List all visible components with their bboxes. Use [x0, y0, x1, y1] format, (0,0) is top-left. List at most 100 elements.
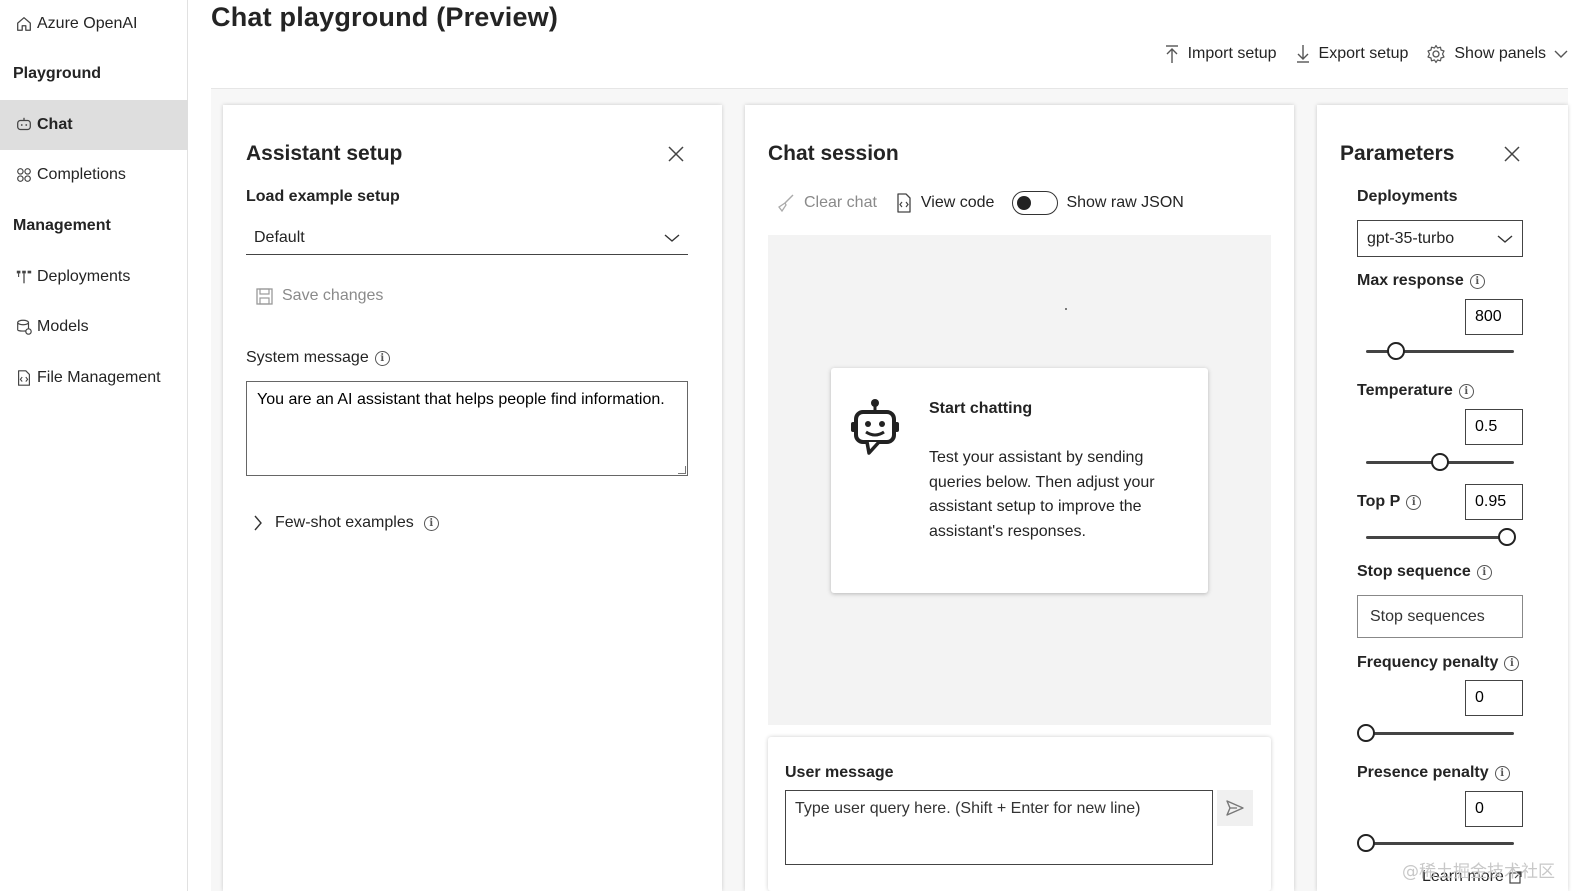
presence-penalty-slider[interactable] [1357, 833, 1514, 853]
chevron-down-icon [664, 233, 680, 243]
show-panels-label: Show panels [1454, 45, 1546, 62]
max-response-slider[interactable] [1366, 341, 1514, 361]
stop-sequence-label-text: Stop sequence [1357, 563, 1471, 580]
top-p-label-text: Top P [1357, 493, 1401, 510]
example-setup-value: Default [254, 228, 305, 246]
watermark: @稀土掘金技术社区 [1402, 862, 1555, 882]
slider-thumb[interactable] [1357, 834, 1375, 852]
temperature-label-text: Temperature [1357, 382, 1453, 399]
parameters-title: Parameters [1340, 142, 1455, 165]
home-icon [14, 14, 34, 34]
clear-chat-label: Clear chat [804, 194, 877, 211]
chat-session-title: Chat session [768, 142, 899, 165]
deployment-value: gpt-35-turbo [1367, 229, 1455, 247]
max-response-label: Max response i [1357, 272, 1485, 290]
top-p-input[interactable] [1465, 484, 1523, 520]
save-changes-label: Save changes [282, 287, 384, 304]
slider-track [1366, 732, 1514, 735]
sidebar-item-file-management[interactable]: File Management [0, 353, 188, 403]
system-message-textarea[interactable] [246, 381, 688, 476]
assistant-setup-panel: Assistant setup Load example setup Defau… [223, 105, 722, 891]
completions-icon [14, 165, 34, 185]
info-icon[interactable]: i [1504, 655, 1520, 671]
info-icon[interactable]: i [1406, 494, 1422, 510]
sidebar-item-completions[interactable]: Completions [0, 150, 188, 200]
chat-session-panel: Chat session Clear chat View code Show r… [745, 105, 1294, 891]
sidebar-item-label: Azure OpenAI [37, 15, 138, 32]
presence-penalty-input[interactable] [1465, 791, 1523, 827]
send-button[interactable] [1217, 790, 1253, 826]
example-setup-dropdown[interactable]: Default [246, 221, 688, 255]
max-response-label-text: Max response [1357, 272, 1464, 289]
frequency-penalty-input[interactable] [1465, 680, 1523, 716]
info-icon[interactable]: i [374, 350, 390, 366]
save-changes-button[interactable]: Save changes [256, 287, 383, 305]
top-p-slider[interactable] [1366, 527, 1516, 547]
import-setup-button[interactable]: Import setup [1164, 44, 1277, 64]
chat-icon [14, 115, 34, 135]
sidebar-item-deployments[interactable]: Deployments [0, 252, 188, 302]
info-icon[interactable]: i [1494, 765, 1510, 781]
stop-sequence-input[interactable] [1357, 595, 1523, 638]
chat-history-area: Start chatting Test your assistant by se… [768, 235, 1271, 725]
models-icon [14, 317, 34, 337]
deployments-icon [14, 267, 34, 287]
sidebar: Azure OpenAI Playground Chat Completions… [0, 0, 188, 891]
slider-thumb[interactable] [1497, 528, 1516, 546]
resize-grip-icon[interactable] [678, 466, 686, 474]
system-message-label-text: System message [246, 349, 369, 366]
code-file-icon [895, 193, 913, 213]
temperature-input[interactable] [1465, 409, 1523, 445]
sidebar-item-label: Completions [37, 166, 126, 183]
few-shot-label: Few-shot examples [275, 514, 414, 531]
header-toolbar: Import setup Export setup Show panels [1164, 44, 1568, 64]
sidebar-item-label: File Management [37, 369, 161, 386]
close-icon[interactable] [1503, 145, 1521, 168]
slider-track [1366, 536, 1514, 539]
few-shot-label-wrap: Few-shot examples i [275, 514, 439, 532]
start-chatting-description: Test your assistant by sending queries b… [929, 449, 1155, 540]
broom-icon [776, 193, 796, 213]
view-code-label: View code [920, 194, 995, 211]
show-raw-json-toggle[interactable] [1012, 191, 1059, 215]
export-setup-button[interactable]: Export setup [1295, 44, 1408, 64]
frequency-penalty-slider[interactable] [1357, 723, 1514, 743]
clear-chat-button[interactable]: Clear chat [776, 193, 877, 213]
parameters-panel: Parameters Deployments gpt-35-turbo Max … [1317, 105, 1568, 891]
info-icon[interactable]: i [1476, 564, 1492, 580]
download-icon [1295, 44, 1311, 64]
stop-sequence-label: Stop sequence i [1357, 563, 1492, 581]
sidebar-section-playground: Playground [13, 65, 102, 82]
slider-thumb[interactable] [1386, 342, 1405, 360]
deployments-label: Deployments [1357, 188, 1458, 205]
system-message-label: System message i [246, 349, 390, 367]
chevron-down-icon [1497, 234, 1513, 244]
max-response-input[interactable] [1465, 299, 1523, 335]
close-icon[interactable] [667, 145, 685, 168]
user-message-input[interactable] [785, 790, 1213, 865]
load-example-label: Load example setup [246, 188, 400, 205]
loading-dot [1065, 308, 1067, 310]
sidebar-item-azure-openai[interactable]: Azure OpenAI [0, 0, 188, 49]
deployment-dropdown[interactable]: gpt-35-turbo [1357, 220, 1523, 257]
file-icon [14, 368, 34, 388]
sidebar-item-models[interactable]: Models [0, 302, 188, 352]
save-icon [256, 287, 273, 305]
slider-thumb[interactable] [1357, 724, 1375, 742]
info-icon[interactable]: i [1469, 273, 1485, 289]
start-chatting-title: Start chatting [929, 400, 1033, 417]
chevron-down-icon [1554, 49, 1568, 59]
assistant-setup-title: Assistant setup [246, 142, 403, 165]
user-message-card: User message [768, 737, 1271, 891]
temperature-slider[interactable] [1366, 452, 1514, 472]
few-shot-examples-toggle[interactable]: Few-shot examples i [253, 514, 439, 532]
chat-toolbar: Clear chat View code Show raw JSON [776, 191, 1184, 215]
info-icon[interactable]: i [1458, 383, 1474, 399]
sidebar-item-chat[interactable]: Chat [0, 100, 188, 150]
slider-thumb[interactable] [1431, 453, 1449, 471]
show-panels-button[interactable]: Show panels [1426, 44, 1568, 64]
info-icon[interactable]: i [423, 515, 439, 531]
sidebar-section-management: Management [13, 217, 111, 234]
view-code-button[interactable]: View code [895, 193, 995, 213]
user-message-label: User message [785, 764, 894, 781]
